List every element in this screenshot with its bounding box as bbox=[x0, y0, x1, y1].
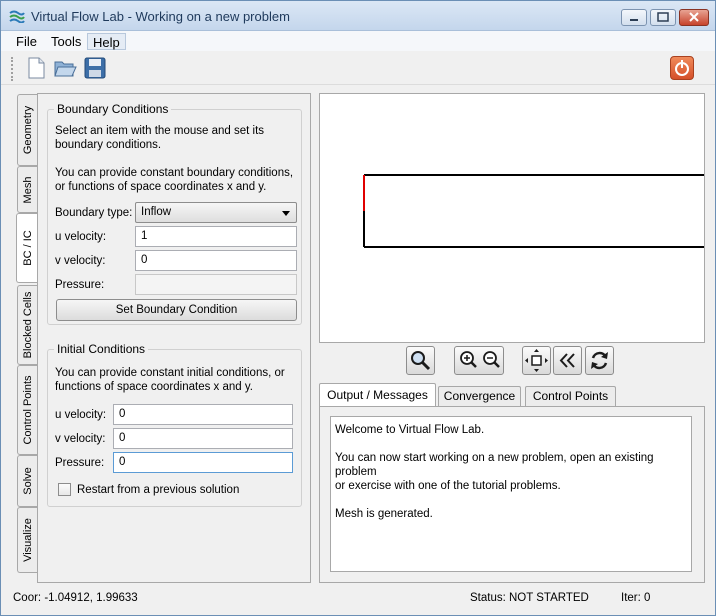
close-button[interactable] bbox=[679, 9, 709, 26]
initial-help-text: You can provide constant initial conditi… bbox=[55, 367, 285, 393]
menu-tools[interactable]: Tools bbox=[46, 33, 86, 50]
rewind-icon bbox=[559, 353, 575, 368]
boundary-help-text-2: You can provide constant boundary condit… bbox=[55, 167, 294, 193]
tab-visualize[interactable]: Visualize bbox=[17, 507, 37, 573]
restart-label[interactable]: Restart from a previous solution bbox=[77, 483, 239, 497]
tab-geometry[interactable]: Geometry bbox=[17, 94, 37, 166]
tab-convergence[interactable]: Convergence bbox=[438, 386, 521, 407]
rewind-button[interactable] bbox=[553, 346, 582, 375]
refresh-icon bbox=[591, 351, 608, 370]
ic-u-velocity-label: u velocity: bbox=[55, 409, 107, 421]
toolbar-grip[interactable] bbox=[11, 57, 14, 81]
bc-v-velocity-input[interactable]: 0 bbox=[135, 250, 297, 271]
toolbar bbox=[1, 51, 715, 85]
boundary-conditions-group: Boundary Conditions Select an item with … bbox=[47, 102, 302, 325]
output-messages-text[interactable]: Welcome to Virtual Flow Lab. You can now… bbox=[330, 416, 692, 572]
boundary-conditions-title: Boundary Conditions bbox=[54, 102, 172, 116]
ic-u-velocity-input[interactable]: 0 bbox=[113, 404, 293, 425]
boundary-type-select[interactable]: Inflow bbox=[135, 202, 297, 223]
main-window: Virtual Flow Lab - Working on a new prob… bbox=[0, 0, 716, 616]
power-icon bbox=[675, 60, 689, 76]
boundary-help-text: Select an item with the mouse and set it… bbox=[55, 125, 265, 151]
chevron-down-icon bbox=[282, 211, 290, 216]
bc-ic-panel: Boundary Conditions Select an item with … bbox=[37, 93, 311, 583]
restart-checkbox[interactable] bbox=[58, 483, 71, 496]
app-logo-icon bbox=[9, 10, 25, 23]
tab-output-messages[interactable]: Output / Messages bbox=[319, 383, 436, 407]
bc-u-velocity-input[interactable]: 1 bbox=[135, 226, 297, 247]
ic-v-velocity-input[interactable]: 0 bbox=[113, 428, 293, 449]
menu-file[interactable]: File bbox=[11, 33, 42, 50]
minimize-icon bbox=[630, 19, 638, 21]
coordinate-readout: Coor: -1.04912, 1.99633 bbox=[13, 592, 138, 604]
new-file-icon[interactable] bbox=[23, 55, 49, 81]
initial-conditions-title: Initial Conditions bbox=[54, 342, 149, 356]
title-bar[interactable]: Virtual Flow Lab - Working on a new prob… bbox=[1, 1, 715, 31]
output-panel: Welcome to Virtual Flow Lab. You can now… bbox=[319, 406, 705, 583]
maximize-button[interactable] bbox=[650, 9, 676, 26]
menu-bar: File Tools Help bbox=[1, 31, 715, 51]
geometry-canvas[interactable] bbox=[319, 93, 705, 343]
open-folder-icon[interactable] bbox=[52, 55, 78, 81]
bc-pressure-label: Pressure: bbox=[55, 279, 105, 291]
bc-u-velocity-label: u velocity: bbox=[55, 231, 107, 243]
zoom-icon bbox=[411, 351, 431, 371]
close-icon bbox=[689, 12, 699, 22]
set-boundary-condition-button[interactable]: Set Boundary Condition bbox=[56, 299, 297, 321]
minimize-button[interactable] bbox=[621, 9, 647, 26]
zoom-in-icon[interactable] bbox=[456, 347, 480, 374]
tab-solve[interactable]: Solve bbox=[17, 455, 37, 507]
ic-pressure-label: Pressure: bbox=[55, 457, 105, 469]
bc-v-velocity-label: v velocity: bbox=[55, 255, 106, 267]
zoom-button[interactable] bbox=[406, 346, 435, 375]
boundary-type-label: Boundary type: bbox=[55, 207, 133, 219]
solver-status: Status: NOT STARTED bbox=[470, 592, 589, 604]
status-bar: Coor: -1.04912, 1.99633 Status: NOT STAR… bbox=[1, 587, 715, 609]
pan-icon bbox=[525, 349, 548, 372]
iteration-count: Iter: 0 bbox=[621, 592, 651, 604]
maximize-icon bbox=[657, 12, 669, 22]
ic-pressure-input[interactable]: 0 bbox=[113, 452, 293, 473]
initial-conditions-group: Initial Conditions You can provide const… bbox=[47, 342, 302, 507]
tab-mesh[interactable]: Mesh bbox=[17, 166, 37, 213]
window-title: Virtual Flow Lab - Working on a new prob… bbox=[31, 9, 290, 24]
tab-bc-ic[interactable]: BC / IC bbox=[16, 213, 38, 283]
zoom-in-out-buttons bbox=[454, 346, 504, 375]
power-button[interactable] bbox=[670, 56, 694, 80]
menu-help[interactable]: Help bbox=[87, 33, 126, 50]
refresh-button[interactable] bbox=[585, 346, 614, 375]
tab-blocked-cells[interactable]: Blocked Cells bbox=[17, 285, 37, 365]
ic-v-velocity-label: v velocity: bbox=[55, 433, 106, 445]
zoom-out-icon[interactable] bbox=[479, 347, 503, 374]
save-disk-icon[interactable] bbox=[82, 55, 108, 81]
bc-pressure-input bbox=[135, 274, 297, 295]
tab-control-points-output[interactable]: Control Points bbox=[525, 386, 616, 407]
tab-control-points[interactable]: Control Points bbox=[17, 365, 37, 455]
boundary-type-value: Inflow bbox=[141, 206, 172, 218]
pan-button[interactable] bbox=[522, 346, 551, 375]
channel-geometry bbox=[363, 174, 704, 248]
